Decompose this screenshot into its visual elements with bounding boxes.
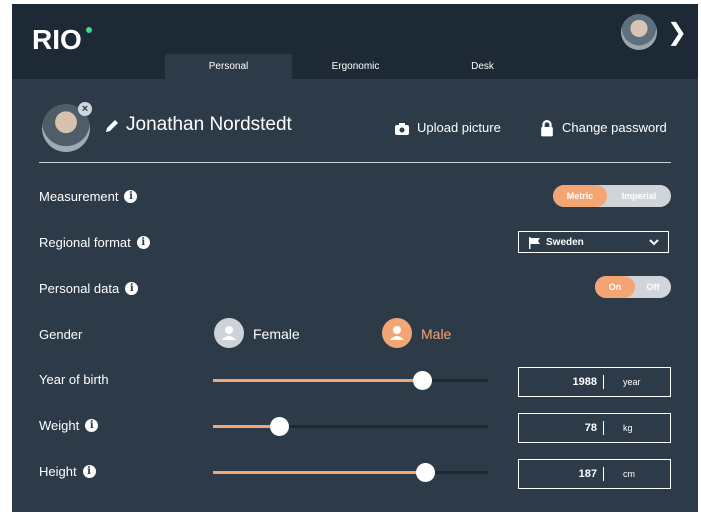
gender-male-option[interactable]: Male (382, 318, 472, 350)
height-unit: cm (623, 469, 635, 479)
weight-row-label: Weight i (39, 418, 99, 433)
personal-data-row-label: Personal data i (39, 281, 139, 296)
gender-female-option[interactable]: Female (214, 318, 314, 350)
change-password-label: Change password (562, 120, 667, 135)
upload-picture-button[interactable]: Upload picture (395, 120, 501, 135)
slider-thumb[interactable] (413, 371, 432, 390)
rio-logo: RIO (32, 24, 92, 56)
on-option[interactable]: On (595, 276, 635, 298)
field-separator (603, 467, 604, 481)
year-of-birth-field[interactable]: 1988 year (518, 367, 671, 397)
profile-name[interactable]: Jonathan Nordstedt (126, 114, 292, 136)
height-label: Height (39, 464, 77, 479)
pencil-icon[interactable] (104, 118, 120, 134)
female-icon (214, 318, 244, 348)
slider-thumb[interactable] (270, 417, 289, 436)
slider-fill (213, 379, 422, 382)
regional-format-select[interactable]: Sweden (518, 231, 669, 253)
flag-icon (529, 237, 540, 249)
info-icon[interactable]: i (82, 465, 96, 478)
year-of-birth-label: Year of birth (39, 372, 109, 387)
regional-format-label: Regional format (39, 235, 131, 250)
top-bar: RIO ❯ Personal Ergonomic Desk (12, 4, 698, 79)
gender-label: Gender (39, 327, 83, 342)
year-of-birth-slider[interactable] (213, 371, 488, 390)
weight-label: Weight (39, 418, 80, 433)
info-icon[interactable]: i (136, 236, 150, 249)
male-icon (382, 318, 412, 348)
off-option[interactable]: Off (635, 276, 671, 298)
info-icon[interactable]: i (125, 282, 139, 295)
tab-bar: Personal Ergonomic Desk (12, 54, 698, 79)
male-label: Male (421, 326, 452, 342)
logo-dot (86, 27, 92, 33)
height-row-label: Height i (39, 464, 96, 479)
height-value[interactable]: 187 (519, 468, 597, 480)
lock-icon (541, 120, 553, 137)
slider-fill (213, 471, 425, 474)
tab-personal[interactable]: Personal (165, 54, 292, 79)
tab-desk[interactable]: Desk (419, 54, 546, 79)
imperial-option[interactable]: Imperial (607, 185, 671, 207)
app-window: RIO ❯ Personal Ergonomic Desk × Jonathan… (12, 4, 698, 512)
measurement-label: Measurement (39, 189, 119, 204)
measurement-row-label: Measurement i (39, 189, 138, 204)
camera-icon (395, 122, 409, 135)
female-label: Female (253, 326, 300, 342)
user-avatar[interactable] (621, 14, 657, 50)
weight-field[interactable]: 78 kg (518, 413, 671, 443)
info-icon[interactable]: i (85, 419, 99, 432)
measurement-toggle[interactable]: Metric Imperial (553, 185, 671, 207)
regional-format-value: Sweden (546, 237, 584, 248)
chevron-right-icon[interactable]: ❯ (667, 18, 687, 47)
divider (39, 162, 671, 163)
personal-data-toggle[interactable]: On Off (595, 276, 671, 298)
year-of-birth-value[interactable]: 1988 (519, 376, 597, 388)
remove-avatar-icon[interactable]: × (78, 102, 92, 116)
slider-thumb[interactable] (416, 463, 435, 482)
personal-data-label: Personal data (39, 281, 120, 296)
chevron-down-icon (649, 239, 659, 246)
regional-row-label: Regional format i (39, 235, 150, 250)
field-separator (603, 421, 604, 435)
weight-value[interactable]: 78 (519, 422, 597, 434)
weight-slider[interactable] (213, 417, 488, 436)
change-password-button[interactable]: Change password (540, 120, 667, 137)
height-field[interactable]: 187 cm (518, 459, 671, 489)
height-slider[interactable] (213, 463, 488, 482)
info-icon[interactable]: i (124, 190, 138, 203)
field-separator (603, 375, 604, 389)
metric-option[interactable]: Metric (553, 185, 607, 207)
upload-picture-label: Upload picture (417, 120, 501, 135)
tab-ergonomic[interactable]: Ergonomic (292, 54, 419, 79)
weight-unit: kg (623, 423, 633, 433)
year-unit: year (623, 377, 641, 387)
